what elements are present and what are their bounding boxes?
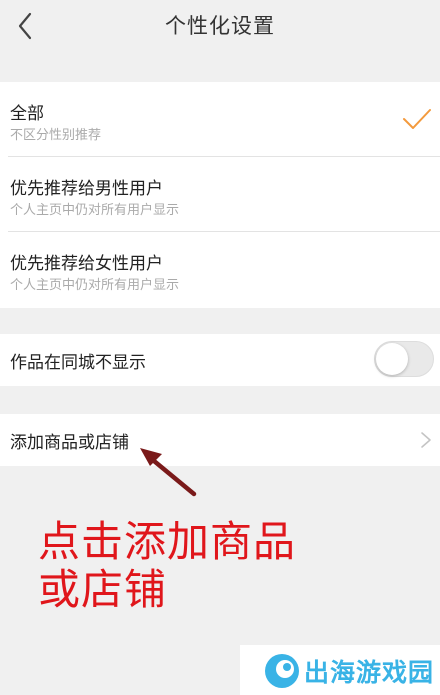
annotation-text: 点击添加商品 或店铺 [38,518,398,614]
option-male[interactable]: 优先推荐给男性用户 个人主页中仍对所有用户显示 [0,157,440,232]
annotation-arrow-icon [140,448,197,497]
option-subtitle: 个人主页中仍对所有用户显示 [10,278,180,293]
option-female[interactable]: 优先推荐给女性用户 个人主页中仍对所有用户显示 [0,232,440,307]
add-goods-label: 添加商品或店铺 [10,433,129,453]
option-subtitle: 个人主页中仍对所有用户显示 [10,203,180,218]
option-subtitle: 不区分性别推荐 [10,128,102,143]
site-logo-icon [265,654,299,688]
chevron-right-icon [421,432,431,448]
add-goods-row[interactable]: 添加商品或店铺 [0,414,440,466]
watermark-text: 出海游戏园 [304,658,435,687]
annotation-line-1: 点击添加商品 [38,517,297,566]
option-all[interactable]: 全部 不区分性别推荐 [0,82,440,157]
checkmark-icon [403,109,431,129]
option-title: 全部 [10,104,44,124]
annotation-line-2: 或店铺 [38,565,168,614]
top-bar: 个性化设置 [0,0,440,54]
watermark: 出海游戏园 [240,645,440,695]
city-toggle-switch[interactable] [374,341,434,377]
recommend-options-group: 全部 不区分性别推荐 优先推荐给男性用户 个人主页中仍对所有用户显示 优先推荐给… [0,82,440,308]
city-toggle-label: 作品在同城不显示 [10,353,146,373]
option-title: 优先推荐给女性用户 [10,254,163,274]
city-visibility-row: 作品在同城不显示 [0,334,440,386]
toggle-knob [376,343,408,375]
page-title: 个性化设置 [165,14,275,38]
option-title: 优先推荐给男性用户 [10,179,163,199]
